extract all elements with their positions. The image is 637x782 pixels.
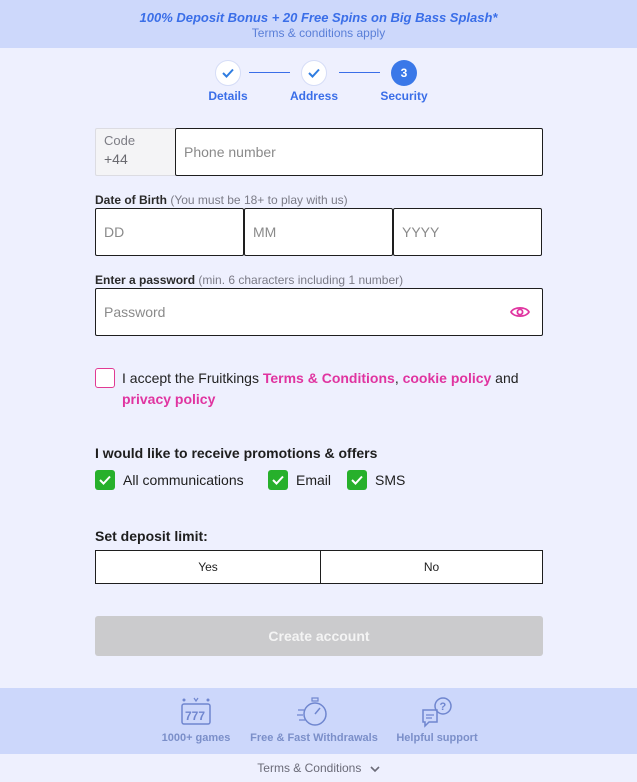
password-label: Enter a password (min. 6 characters incl… [95,273,403,287]
password-field[interactable] [95,288,543,336]
step-label: Security [380,89,428,103]
sms-label: SMS [375,472,406,488]
feature-games: 777 1000+ games [152,696,240,744]
promo-terms[interactable]: Terms & conditions apply [0,26,637,40]
check-icon [99,475,111,485]
svg-text:777: 777 [185,709,205,723]
terms-footer-label: Terms & Conditions [257,761,362,775]
step-address[interactable]: Address [274,60,354,103]
feature-withdrawals: Free & Fast Withdrawals [246,696,382,744]
step-number: 3 [391,60,417,86]
accept-prefix: I accept the Fruitkings [122,370,263,386]
slot-machine-icon: 777 [181,697,211,725]
feature-support-label: Helpful support [396,732,478,744]
terms-conditions-toggle[interactable]: Terms & Conditions [0,761,637,775]
dob-month-field[interactable] [244,208,393,256]
accept-terms-text: I accept the Fruitkings Terms & Conditio… [122,368,542,410]
accept-comma: , [394,370,403,386]
chat-question-icon: ? [422,697,452,728]
eye-icon[interactable] [510,303,530,321]
svg-text:?: ? [440,701,447,713]
step-security[interactable]: 3 Security [364,60,444,103]
phone-input[interactable] [176,129,542,175]
step-label: Address [289,89,339,103]
password-label-text: Enter a password [95,273,196,287]
feature-support: ? Helpful support [392,696,482,744]
check-icon [351,475,363,485]
step-label: Details [208,89,248,103]
privacy-policy-link[interactable]: privacy policy [122,391,215,407]
terms-link[interactable]: Terms & Conditions [263,370,395,386]
all-communications-label: All communications [123,472,244,488]
dob-day-input[interactable] [96,209,243,255]
dob-hint: (You must be 18+ to play with us) [170,193,348,207]
create-account-button[interactable]: Create account [95,616,543,656]
promo-banner: 100% Deposit Bonus + 20 Free Spins on Bi… [0,0,637,48]
email-label: Email [296,472,332,488]
step-details[interactable]: Details [188,60,268,103]
accept-terms-checkbox[interactable] [95,368,115,388]
password-hint: (min. 6 characters including 1 number) [198,273,404,287]
promo-title: 100% Deposit Bonus + 20 Free Spins on Bi… [139,10,498,25]
deposit-limit-no-button[interactable]: No [320,550,543,584]
check-icon [215,60,241,86]
deposit-limit-title: Set deposit limit: [95,528,208,544]
country-code-value: +44 [104,151,128,167]
dob-day-field[interactable] [95,208,244,256]
chevron-down-icon [370,766,380,772]
phone-field[interactable] [175,128,543,176]
cookie-policy-link[interactable]: cookie policy [403,370,492,386]
feature-withdrawals-label: Free & Fast Withdrawals [250,732,378,744]
dob-label-text: Date of Birth [95,193,167,207]
dob-label: Date of Birth (You must be 18+ to play w… [95,193,348,207]
password-input[interactable] [96,289,542,335]
sms-checkbox[interactable] [347,470,367,490]
features-bar: 777 1000+ games Free & Fast Withdrawals … [0,688,637,754]
feature-games-label: 1000+ games [161,732,231,744]
dob-year-field[interactable] [393,208,542,256]
check-icon [272,475,284,485]
dob-year-input[interactable] [394,209,541,255]
promotions-title: I would like to receive promotions & off… [95,445,378,461]
country-code-label: Code [104,133,136,148]
dob-month-input[interactable] [245,209,392,255]
accept-and: and [491,370,519,386]
country-code-selector[interactable]: Code +44 [95,128,175,176]
email-checkbox[interactable] [268,470,288,490]
check-icon [301,60,327,86]
all-communications-checkbox[interactable] [95,470,115,490]
stopwatch-icon [297,697,327,726]
deposit-limit-yes-button[interactable]: Yes [95,550,321,584]
